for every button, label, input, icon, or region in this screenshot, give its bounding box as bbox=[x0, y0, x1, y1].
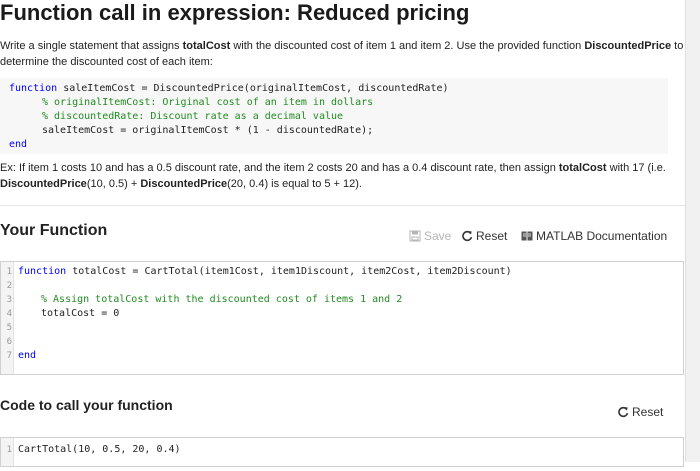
desc-text-2: with the discounted cost of item 1 and i… bbox=[230, 40, 585, 52]
line-number: 2 bbox=[6, 281, 12, 291]
call-reset-label: Reset bbox=[632, 405, 664, 419]
keyword-end: end bbox=[9, 139, 28, 150]
line-number: 5 bbox=[6, 323, 12, 333]
page-scrollbar[interactable] bbox=[685, 0, 700, 462]
example-text: Ex: If item 1 costs 10 and has a 0.5 dis… bbox=[0, 160, 690, 192]
line-number: 1 bbox=[6, 445, 12, 455]
example-bold-discountedprice-1: DiscountedPrice bbox=[0, 178, 87, 190]
provided-code-line-1: function saleItemCost = DiscountedPrice(… bbox=[9, 82, 449, 96]
provided-code-line-4: saleItemCost = originalItemCost * (1 - d… bbox=[42, 125, 374, 136]
call-reset-button[interactable]: Reset bbox=[617, 405, 663, 419]
line-number: 3 bbox=[6, 295, 12, 305]
example-text-1: Ex: If item 1 costs 10 and has a 0.5 dis… bbox=[0, 162, 559, 174]
provided-code-comment-1: % originalItemCost: Original cost of an … bbox=[42, 97, 374, 108]
code-text: totalCost = CartTotal(item1Cost, item1Di… bbox=[66, 266, 512, 277]
example-text-2: with 17 (i.e. bbox=[606, 162, 666, 174]
line-number: 6 bbox=[6, 337, 12, 347]
matlab-documentation-link[interactable]: MATLAB Documentation bbox=[521, 229, 667, 243]
code-text: saleItemCost = DiscountedPrice(originalI… bbox=[57, 83, 449, 94]
example-bold-totalcost: totalCost bbox=[558, 162, 607, 174]
problem-description: Write a single statement that assigns to… bbox=[0, 38, 690, 70]
save-icon bbox=[409, 230, 421, 242]
desc-text-1: Write a single statement that assigns bbox=[0, 40, 183, 52]
reset-icon bbox=[618, 406, 629, 418]
keyword-function: function bbox=[18, 266, 67, 277]
example-text-3: (10, 0.5) + bbox=[86, 178, 141, 190]
keyword-end: end bbox=[18, 350, 37, 361]
call-code-line-1: CartTotal(10, 0.5, 20, 0.4) bbox=[18, 444, 181, 455]
example-text-4: (20, 0.4) is equal to 5 + 12). bbox=[227, 178, 362, 190]
save-button[interactable]: Save bbox=[409, 229, 451, 243]
editor-line-1: function totalCost = CartTotal(item1Cost… bbox=[18, 265, 512, 279]
function-code-editor[interactable]: 1 2 3 4 5 6 7 function totalCost = CartT… bbox=[0, 261, 684, 375]
desc-bold-totalcost: totalCost bbox=[182, 40, 231, 52]
call-section-heading: Code to call your function bbox=[0, 397, 173, 413]
provided-function-code: function saleItemCost = DiscountedPrice(… bbox=[0, 78, 668, 154]
provided-code-comment-2: % discountedRate: Discount rate as a dec… bbox=[42, 111, 344, 122]
matlab-doc-label: MATLAB Documentation bbox=[536, 229, 668, 243]
line-number: 7 bbox=[6, 351, 12, 361]
line-number: 1 bbox=[6, 267, 12, 277]
reset-icon bbox=[462, 230, 473, 242]
reset-label: Reset bbox=[476, 229, 508, 243]
editor-comment-line: % Assign totalCost with the discounted c… bbox=[41, 294, 403, 305]
your-function-heading: Your Function bbox=[0, 222, 108, 239]
desc-bold-discountedprice: DiscountedPrice bbox=[584, 40, 672, 52]
line-number: 4 bbox=[6, 309, 12, 319]
call-code-editor[interactable]: 1 CartTotal(10, 0.5, 20, 0.4) bbox=[0, 437, 684, 467]
editor-line-4: totalCost = 0 bbox=[41, 308, 120, 319]
page-title: Function call in expression: Reduced pri… bbox=[0, 0, 470, 25]
keyword-function: function bbox=[9, 83, 58, 94]
section-divider bbox=[0, 205, 686, 206]
line-number-gutter: 1 2 3 4 5 6 7 bbox=[1, 262, 14, 374]
reset-button[interactable]: Reset bbox=[461, 229, 507, 243]
example-bold-discountedprice-2: DiscountedPrice bbox=[140, 178, 228, 190]
matlab-doc-icon bbox=[521, 231, 533, 241]
save-label: Save bbox=[424, 229, 452, 243]
